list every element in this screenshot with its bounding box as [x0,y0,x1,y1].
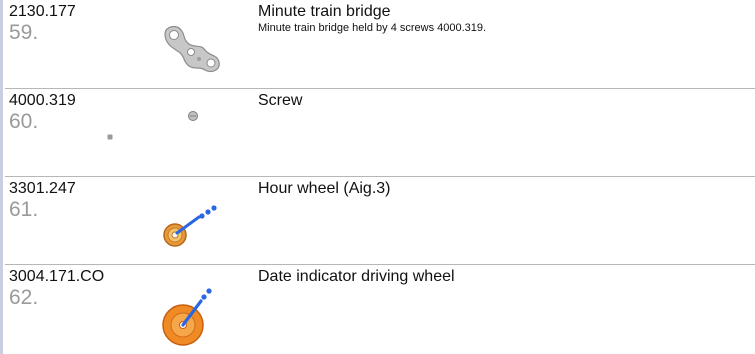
date-wheel-icon [155,275,227,346]
part-row: 4000.319 60. Screw [5,89,755,177]
part-index: 62. [9,286,39,309]
part-reference: 3301.247 [9,180,76,197]
left-rule [0,0,3,354]
screw-icon [155,103,227,169]
part-row: 3004.171.CO 62. Date indicator driving w… [5,265,755,353]
part-title: Screw [258,92,303,109]
part-title: Minute train bridge [258,3,391,20]
screw-small-icon [107,127,113,140]
bridge-part-icon [155,14,227,80]
hour-wheel-icon [155,191,227,257]
part-index: 59. [9,21,39,44]
part-title: Date indicator driving wheel [258,268,455,285]
part-index: 61. [9,198,39,221]
part-reference: 3004.171.CO [9,268,105,285]
part-description: Minute train bridge held by 4 screws 400… [258,22,487,34]
part-index: 60. [9,110,39,133]
parts-list: 2130.177 59. Minute train bridge Minute … [5,0,755,354]
part-reference: 4000.319 [9,92,76,109]
part-row: 2130.177 59. Minute train bridge Minute … [5,0,755,88]
part-reference: 2130.177 [9,3,76,20]
part-title: Hour wheel (Aig.3) [258,180,391,197]
part-row: 3301.247 61. Hour wheel (Aig.3) [5,177,755,265]
